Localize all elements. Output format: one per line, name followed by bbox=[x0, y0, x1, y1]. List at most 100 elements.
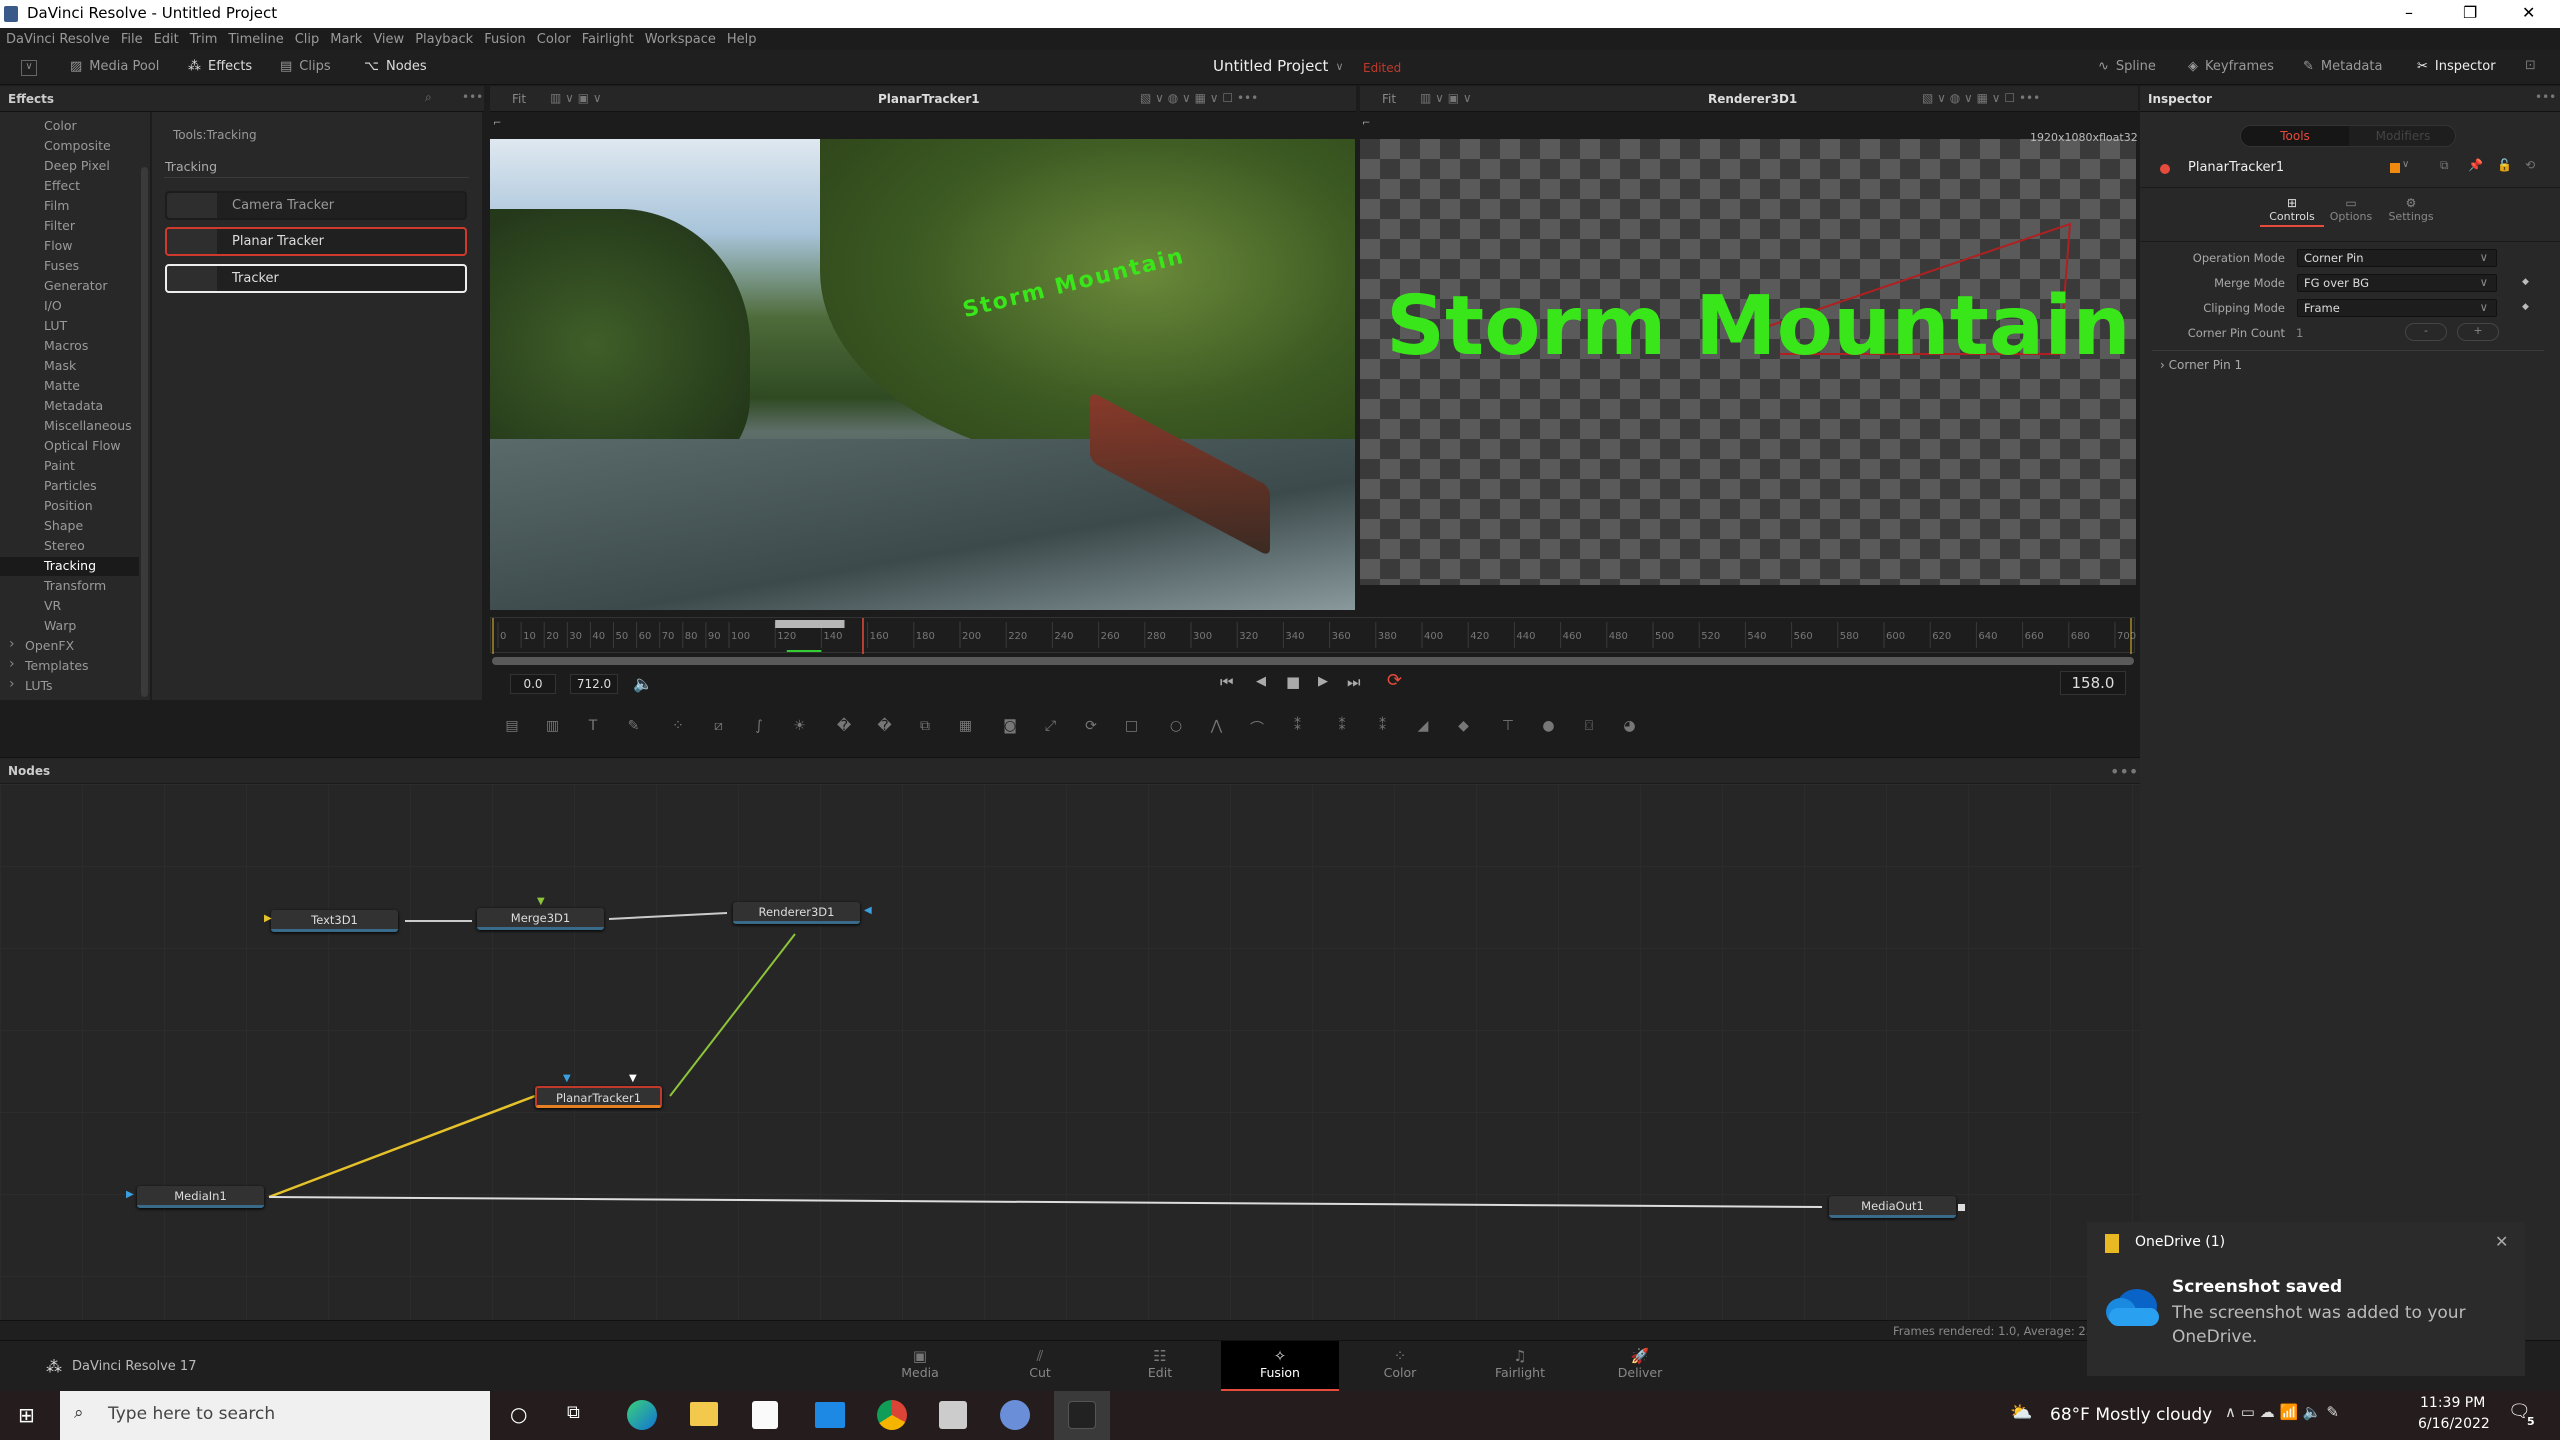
keyframe-diamond-icon[interactable]: ◆ bbox=[2522, 302, 2529, 312]
category-optical-flow[interactable]: Optical Flow bbox=[44, 438, 121, 453]
category-tracking[interactable]: Tracking bbox=[44, 558, 96, 573]
current-frame-field[interactable]: 158.0 bbox=[2060, 671, 2126, 695]
menu-view[interactable]: View bbox=[373, 32, 404, 47]
start-frame-field[interactable]: 0.0 bbox=[510, 674, 556, 694]
restore-button[interactable]: ❐ bbox=[2463, 3, 2477, 22]
operation-mode-dropdown[interactable]: Corner Pin ∨ bbox=[2297, 249, 2497, 267]
menu-workspace[interactable]: Workspace bbox=[645, 32, 716, 47]
category-fuses[interactable]: Fuses bbox=[44, 258, 79, 273]
fbx-icon[interactable]: ◕ bbox=[1620, 718, 1640, 738]
viewer-tools-icon[interactable]: ▧ ∨ ◍ ∨ ▦ ∨ ☐ ••• bbox=[1922, 91, 2040, 105]
page-tab-edit[interactable]: ☷ Edit bbox=[1101, 1341, 1219, 1392]
roi-corner-icon[interactable]: ⌐ bbox=[1362, 118, 1370, 129]
qbittorrent-icon[interactable] bbox=[1000, 1400, 1030, 1430]
node-mediain[interactable]: MediaIn1 bbox=[137, 1186, 264, 1208]
resize-icon[interactable]: ⤢ bbox=[1041, 718, 1061, 738]
viewer1-image[interactable]: Storm Mountain bbox=[490, 139, 1355, 610]
play-reverse-button[interactable]: ◀ bbox=[1256, 674, 1266, 689]
menu-playback[interactable]: Playback bbox=[415, 32, 473, 47]
menu-file[interactable]: File bbox=[121, 32, 143, 47]
roi-corner-icon[interactable]: ⌐ bbox=[493, 118, 501, 129]
chevron-right-icon[interactable]: › bbox=[9, 636, 15, 652]
node-mediaout[interactable]: MediaOut1 bbox=[1829, 1196, 1956, 1218]
output-port[interactable] bbox=[1958, 1204, 1965, 1211]
davinci-taskbar-button[interactable] bbox=[1054, 1391, 1110, 1440]
renderer3d-icon[interactable]: ● bbox=[1539, 718, 1559, 738]
end-frame-field[interactable]: 712.0 bbox=[570, 674, 618, 694]
loop-button[interactable]: ⟳ bbox=[1387, 670, 1402, 691]
category-deep-pixel[interactable]: Deep Pixel bbox=[44, 158, 110, 173]
category-miscellaneous[interactable]: Miscellaneous bbox=[44, 418, 132, 433]
category-shape[interactable]: Shape bbox=[44, 518, 83, 533]
menu-mark[interactable]: Mark bbox=[330, 32, 362, 47]
category-position[interactable]: Position bbox=[44, 498, 93, 513]
minimize-button[interactable]: – bbox=[2405, 3, 2413, 22]
app-icon[interactable] bbox=[939, 1401, 967, 1429]
scrub-bar[interactable] bbox=[492, 657, 2134, 665]
start-button[interactable]: ⊞ bbox=[18, 1403, 35, 1427]
close-window-button[interactable]: ✕ bbox=[2522, 3, 2535, 22]
camera-tracker-tool[interactable]: Camera Tracker bbox=[165, 191, 467, 220]
stop-button[interactable]: ■ bbox=[1286, 673, 1300, 691]
close-icon[interactable]: ✕ bbox=[2495, 1232, 2508, 1251]
menu-davinci-resolve[interactable]: DaVinci Resolve bbox=[6, 32, 110, 47]
category-generator[interactable]: Generator bbox=[44, 278, 107, 293]
fullscreen-icon[interactable]: ⊡ bbox=[2525, 58, 2536, 73]
chevron-right-icon[interactable]: › bbox=[9, 676, 15, 692]
taskbar-search-input[interactable]: ⌕ Type here to search bbox=[60, 1391, 490, 1440]
merge-mode-dropdown[interactable]: FG over BG ∨ bbox=[2297, 274, 2497, 292]
chevron-right-icon[interactable]: › bbox=[9, 656, 15, 672]
blur-icon[interactable]: � bbox=[834, 718, 854, 738]
weather-text[interactable]: 68°F Mostly cloudy bbox=[2050, 1405, 2212, 1425]
menu-fairlight[interactable]: Fairlight bbox=[582, 32, 634, 47]
clock-time[interactable]: 11:39 PM bbox=[2420, 1395, 2485, 1411]
matte-control-icon[interactable]: ▦ bbox=[956, 718, 976, 738]
media-pool-button[interactable]: ▨ Media Pool bbox=[70, 59, 159, 74]
viewer-tools-icon[interactable]: ▧ ∨ ◍ ∨ ▦ ∨ ☐ ••• bbox=[1140, 91, 1258, 105]
spline-button[interactable]: ∿ Spline bbox=[2098, 59, 2156, 74]
pin-icon[interactable]: 📌 bbox=[2468, 158, 2483, 172]
onedrive-notification[interactable]: OneDrive (1) ✕ Screenshot saved The scre… bbox=[2087, 1222, 2525, 1376]
rectangle-mask-icon[interactable]: ⟳ bbox=[1081, 718, 1101, 738]
particles-icon[interactable]: ⁘ bbox=[668, 718, 688, 738]
camera3d-icon[interactable]: ⊤ bbox=[1498, 718, 1518, 738]
node-merge3d[interactable]: Merge3D1 bbox=[477, 908, 604, 930]
brightness-icon[interactable]: ☀ bbox=[790, 718, 810, 738]
effects-button[interactable]: ⁂ Effects bbox=[188, 59, 252, 74]
keyframe-diamond-icon[interactable]: ◆ bbox=[2522, 277, 2529, 287]
time-ruler[interactable]: 0 10 20 30 40 50 60 70 80 90 100 120 140 160 180 200 220… bbox=[490, 617, 2136, 654]
category-stereo[interactable]: Stereo bbox=[44, 538, 85, 553]
viewer-options-icon[interactable]: ▥ ∨ ▣ ∨ bbox=[1420, 91, 1472, 105]
scrollbar[interactable] bbox=[141, 167, 148, 697]
more-options-icon[interactable]: ••• bbox=[462, 90, 483, 104]
category-matte[interactable]: Matte bbox=[44, 378, 80, 393]
viewer-options-icon[interactable]: ▥ ∨ ▣ ∨ bbox=[550, 91, 602, 105]
text3d-icon[interactable]: ◆ bbox=[1454, 718, 1474, 738]
inspector-button[interactable]: ✂ Inspector bbox=[2417, 59, 2496, 74]
more-options-icon[interactable]: ••• bbox=[2110, 762, 2138, 781]
weather-icon[interactable]: ⛅ bbox=[2010, 1402, 2032, 1423]
image-plane-icon[interactable]: ▥ bbox=[543, 718, 563, 738]
pemitter-icon[interactable]: ⌒ bbox=[1247, 718, 1267, 738]
category-mask[interactable]: Mask bbox=[44, 358, 76, 373]
channel-booleans-icon[interactable]: ⧉ bbox=[915, 718, 935, 738]
subtab-options[interactable]: ▭ Options bbox=[2326, 196, 2376, 223]
clips-button[interactable]: ▤ Clips bbox=[280, 59, 331, 74]
subtab-settings[interactable]: ⚙ Settings bbox=[2383, 196, 2439, 223]
text-icon[interactable]: T bbox=[583, 718, 603, 738]
input-triangle-icon[interactable]: ▶ bbox=[126, 1189, 134, 1200]
planar-tracker-tool[interactable]: Planar Tracker bbox=[165, 227, 467, 256]
tracker-tool[interactable]: Tracker bbox=[165, 264, 467, 293]
color-corrector-icon[interactable]: ⧄ bbox=[709, 718, 729, 738]
node-text3d[interactable]: Text3D1 bbox=[271, 910, 398, 932]
viewer2-image[interactable]: Storm Mountain bbox=[1360, 139, 2136, 585]
category-flow[interactable]: Flow bbox=[44, 238, 73, 253]
input-triangle-icon[interactable]: ▶ bbox=[264, 913, 272, 924]
versions-icon[interactable]: ⧉ bbox=[2440, 158, 2449, 173]
menu-clip[interactable]: Clip bbox=[295, 32, 320, 47]
fit-dropdown[interactable]: Fit bbox=[1382, 92, 1396, 106]
merge-icon[interactable]: � bbox=[875, 718, 895, 738]
category-metadata[interactable]: Metadata bbox=[44, 398, 103, 413]
nodes-button[interactable]: ⌥ Nodes bbox=[364, 59, 427, 74]
file-explorer-icon[interactable] bbox=[690, 1402, 718, 1426]
